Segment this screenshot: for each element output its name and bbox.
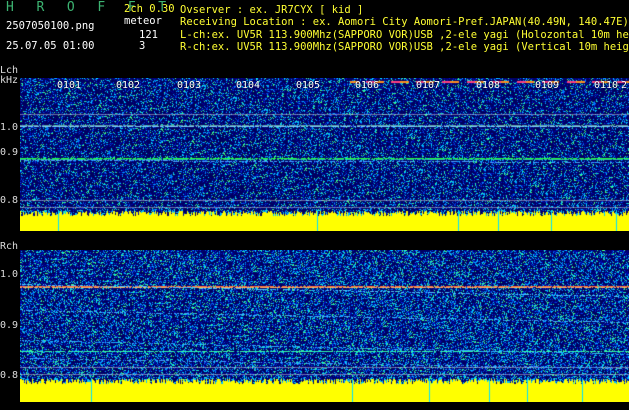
time-mark: 0109 (535, 80, 560, 91)
time-mark: 0107 (416, 80, 441, 91)
mode-label: meteor (124, 15, 162, 27)
lch-tick-1-0: 1.0 (0, 122, 19, 133)
time-mark: 0108 (476, 80, 501, 91)
observer-line: Ovserver : ex. JR7CYX [ kid ] (180, 4, 364, 16)
lch-unit-label: kHz (0, 75, 19, 86)
version-label: 2ch 0.30 (124, 3, 175, 15)
time-mark: 0101 (57, 80, 82, 91)
rch-label: Rch (0, 241, 19, 252)
rch-spectrogram (20, 250, 629, 402)
time-mark: 0106 (355, 80, 380, 91)
time-mark: 0102 (116, 80, 141, 91)
time-mark: 0104 (236, 80, 261, 91)
rch-waterfall (20, 250, 629, 402)
time-mark: 2 (621, 80, 628, 91)
rch-description: R-ch:ex. UV5R 113.900Mhz(SAPPORO VOR)USB… (180, 41, 629, 53)
lch-spectrogram (20, 78, 629, 231)
rch-tick-1-0: 1.0 (0, 269, 19, 280)
time-mark: 0110 (594, 80, 619, 91)
location-line: Receiving Location : ex. Aomori City Aom… (180, 16, 629, 28)
lch-tick-0-9: 0.9 (0, 147, 19, 158)
rch-count: 3 (139, 40, 146, 52)
rch-tick-0-8: 0.8 (0, 370, 19, 381)
time-mark: 0103 (177, 80, 202, 91)
filename-label: 2507050100.png (6, 20, 95, 32)
time-mark: 0105 (296, 80, 321, 91)
lch-tick-0-8: 0.8 (0, 195, 19, 206)
rch-tick-0-9: 0.9 (0, 320, 19, 331)
lch-description: L-ch:ex. UV5R 113.900Mhz(SAPPORO VOR)USB… (180, 29, 629, 41)
datetime-label: 25.07.05 01:00 (6, 40, 95, 52)
lch-waterfall (20, 78, 629, 231)
